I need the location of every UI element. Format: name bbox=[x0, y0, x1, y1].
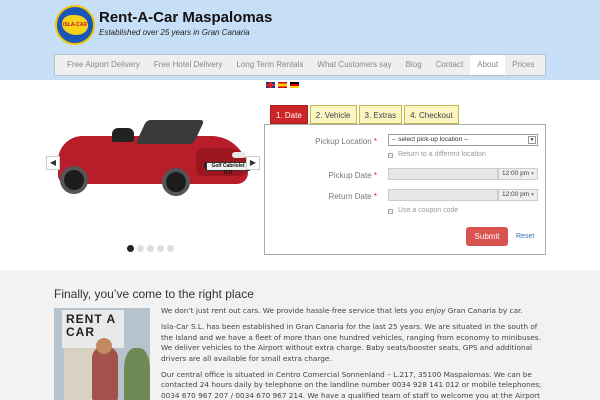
nav-item-about[interactable]: About bbox=[470, 55, 506, 75]
site-logo[interactable]: ISLA-CAR bbox=[55, 5, 95, 45]
reset-link[interactable]: Reset bbox=[516, 233, 534, 240]
nav-item-blog[interactable]: Blog bbox=[399, 55, 429, 75]
uk-flag-icon[interactable] bbox=[266, 82, 275, 88]
tab-date[interactable]: 1. Date bbox=[270, 105, 308, 124]
submit-button[interactable]: Submit bbox=[466, 227, 508, 246]
car-wheel bbox=[162, 168, 190, 196]
section-heading: Finally, you’ve come to the right place bbox=[54, 287, 254, 301]
about-text: We don’t just rent out cars. We provide … bbox=[161, 306, 547, 400]
return-time-select[interactable]: 12:00 pm ▼ bbox=[498, 189, 538, 201]
main-nav: Free Airport Delivery Free Hotel Deliver… bbox=[54, 54, 546, 76]
nav-item-prices[interactable]: Prices bbox=[505, 55, 541, 75]
tab-checkout[interactable]: 4. Checkout bbox=[404, 105, 459, 124]
booking-form: Pickup Location * -- select pick-up loca… bbox=[264, 124, 546, 255]
nav-item-contact[interactable]: Contact bbox=[429, 55, 471, 75]
car-slider: Golf Cabriolet GTI ◀ ▶ bbox=[46, 92, 260, 242]
pickup-location-label: Pickup Location * bbox=[315, 137, 377, 146]
chevron-down-icon: ▼ bbox=[530, 192, 535, 198]
car-wheel bbox=[60, 166, 88, 194]
pickup-location-value: -- select pick-up location -- bbox=[392, 136, 469, 143]
pickup-time-value: 12:00 pm bbox=[502, 170, 530, 177]
nav-item-what-customers-say[interactable]: What Customers say bbox=[310, 55, 398, 75]
slider-dot[interactable] bbox=[127, 245, 134, 252]
car-headlight bbox=[232, 152, 246, 158]
chevron-down-icon: ▼ bbox=[530, 171, 535, 177]
office-photo: RENT A CAR bbox=[54, 308, 150, 400]
nav-item-free-hotel-delivery[interactable]: Free Hotel Delivery bbox=[147, 55, 229, 75]
brand-name[interactable]: Rent-A-Car Maspalomas bbox=[99, 9, 272, 26]
slider-prev-button[interactable]: ◀ bbox=[46, 156, 60, 170]
license-plate: Golf Cabriolet GTI bbox=[206, 162, 250, 176]
return-date-input[interactable] bbox=[388, 189, 498, 201]
nav-item-long-term-rentals[interactable]: Long Term Rentals bbox=[229, 55, 310, 75]
germany-flag-icon[interactable] bbox=[290, 82, 299, 88]
nav-item-free-airport-delivery[interactable]: Free Airport Delivery bbox=[60, 55, 147, 75]
slider-dot[interactable] bbox=[137, 245, 144, 252]
car-seat bbox=[112, 128, 134, 142]
tab-extras[interactable]: 3. Extras bbox=[358, 105, 403, 124]
slider-next-button[interactable]: ▶ bbox=[246, 156, 260, 170]
return-different-checkbox[interactable] bbox=[388, 153, 393, 158]
logo-text: ISLA-CAR bbox=[63, 22, 87, 28]
return-different-label: Return to a different location bbox=[398, 151, 486, 158]
slider-dot[interactable] bbox=[167, 245, 174, 252]
booking-steps: 1. Date 2. Vehicle 3. Extras 4. Checkout bbox=[270, 105, 459, 124]
photo-sign: RENT A CAR bbox=[62, 310, 124, 348]
car-windshield bbox=[135, 120, 205, 144]
office-paragraph: Our central office is situated in Centro… bbox=[161, 370, 542, 400]
spain-flag-icon[interactable] bbox=[278, 82, 287, 88]
return-date-label: Return Date * bbox=[328, 192, 378, 201]
chevron-down-icon: ▼ bbox=[528, 136, 536, 144]
photo-plant bbox=[124, 348, 150, 400]
brand-tagline: Established over 25 years in Gran Canari… bbox=[99, 28, 250, 37]
pickup-date-label: Pickup Date * bbox=[328, 171, 378, 180]
tab-vehicle[interactable]: 2. Vehicle bbox=[309, 105, 357, 124]
company-paragraph: Isla-Car S.L. has been established in Gr… bbox=[161, 322, 542, 363]
language-switcher bbox=[266, 82, 299, 88]
slider-dot[interactable] bbox=[157, 245, 164, 252]
coupon-label: Use a coupon code bbox=[398, 207, 459, 214]
return-time-value: 12:00 pm bbox=[502, 191, 530, 198]
chevron-right-icon: ▶ bbox=[249, 158, 257, 167]
chevron-left-icon: ◀ bbox=[49, 158, 57, 167]
pickup-location-select[interactable]: -- select pick-up location -- ▼ bbox=[388, 134, 538, 146]
pickup-date-input[interactable] bbox=[388, 168, 498, 180]
photo-person-head bbox=[96, 338, 112, 354]
coupon-checkbox[interactable] bbox=[388, 209, 393, 214]
slider-dot[interactable] bbox=[147, 245, 154, 252]
pickup-time-select[interactable]: 12:00 pm ▼ bbox=[498, 168, 538, 180]
intro-paragraph: We don’t just rent out cars. We provide … bbox=[161, 306, 523, 315]
photo-person bbox=[92, 346, 118, 400]
slider-dots bbox=[127, 245, 174, 252]
